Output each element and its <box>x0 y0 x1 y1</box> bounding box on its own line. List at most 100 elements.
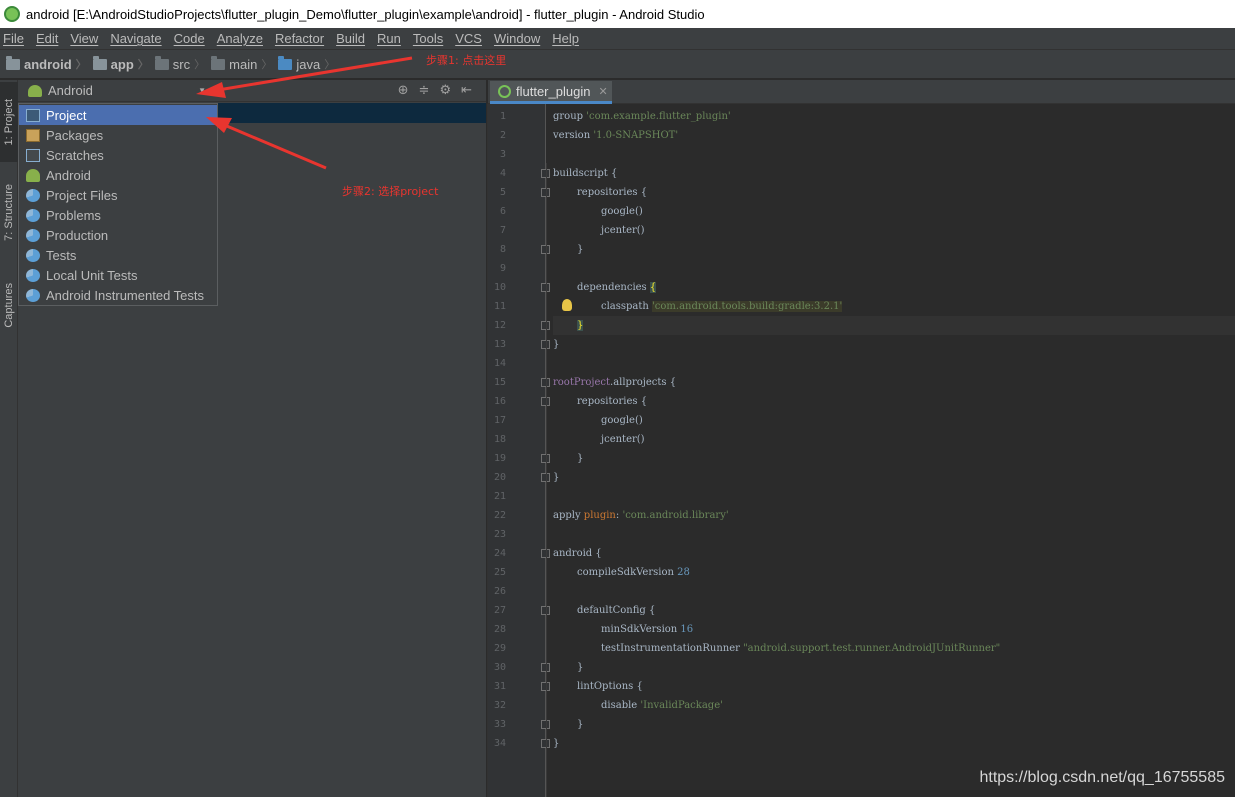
code-line[interactable]: group 'com.example.flutter_plugin' <box>553 107 1235 126</box>
view-option-packages[interactable]: Packages <box>19 125 217 145</box>
code-line[interactable]: dependencies { <box>553 278 1235 297</box>
module-folder-icon <box>92 55 107 70</box>
menu-help[interactable]: Help <box>552 31 579 46</box>
code-line[interactable]: google() <box>553 202 1235 221</box>
menu-tools[interactable]: Tools <box>413 31 443 46</box>
gear-icon[interactable]: ⚙ <box>439 83 451 98</box>
line-number: 25 <box>493 567 506 578</box>
collapse-all-icon[interactable]: ≑ <box>419 83 430 98</box>
code-line[interactable]: } <box>553 658 1235 677</box>
code-token: } <box>577 453 584 464</box>
menu-build[interactable]: Build <box>336 31 365 46</box>
code-line[interactable] <box>553 582 1235 601</box>
view-option-problems[interactable]: Problems <box>19 205 217 225</box>
view-option-scratches[interactable]: Scratches <box>19 145 217 165</box>
code-token: } <box>553 738 560 749</box>
code-line[interactable]: } <box>553 734 1235 753</box>
code-line[interactable] <box>553 145 1235 164</box>
code-line[interactable] <box>553 354 1235 373</box>
view-option-local-unit-tests[interactable]: Local Unit Tests <box>19 265 217 285</box>
menu-run[interactable]: Run <box>377 31 401 46</box>
code-line[interactable]: buildscript { <box>553 164 1235 183</box>
editor-tab-flutter-plugin[interactable]: flutter_plugin ✕ <box>490 81 612 104</box>
view-option-production[interactable]: Production <box>19 225 217 245</box>
view-option-android[interactable]: Android <box>19 165 217 185</box>
hide-panel-icon[interactable]: ⇤ <box>461 83 472 98</box>
line-number: 24 <box>493 548 506 559</box>
tool-tab-captures[interactable]: Captures <box>0 270 18 340</box>
tool-tab-project[interactable]: 1: Project <box>0 82 18 162</box>
view-option-label: Tests <box>46 247 77 263</box>
chevron-right-icon: 〉 <box>75 59 87 71</box>
code-line[interactable]: rootProject.allprojects { <box>553 373 1235 392</box>
breadcrumb-label: app <box>110 56 134 72</box>
code-line[interactable]: version '1.0-SNAPSHOT' <box>553 126 1235 145</box>
scroll-from-source-icon[interactable]: ⊕ <box>398 83 409 98</box>
scope-icon <box>26 208 40 222</box>
line-number: 7 <box>499 225 506 236</box>
code-token: } <box>577 719 584 730</box>
code-line[interactable]: } <box>553 449 1235 468</box>
code-line[interactable] <box>553 487 1235 506</box>
menu-file[interactable]: File <box>3 31 24 46</box>
tool-tab-structure[interactable]: 7: Structure <box>0 172 18 252</box>
code-line[interactable]: defaultConfig { <box>553 601 1235 620</box>
menu-code[interactable]: Code <box>174 31 205 46</box>
breadcrumb-item-android[interactable]: android 〉 <box>6 55 87 72</box>
line-number: 14 <box>493 358 506 369</box>
breadcrumb-item-src[interactable]: src 〉 <box>154 55 206 72</box>
project-view-selected: Android <box>48 83 93 98</box>
menu-edit[interactable]: Edit <box>36 31 58 46</box>
breadcrumb-item-app[interactable]: app 〉 <box>92 55 149 72</box>
code-line[interactable]: jcenter() <box>553 430 1235 449</box>
code-line[interactable]: minSdkVersion 16 <box>553 620 1235 639</box>
view-option-project-files[interactable]: Project Files <box>19 185 217 205</box>
code-line[interactable]: repositories { <box>553 392 1235 411</box>
code-line[interactable]: disable 'InvalidPackage' <box>553 696 1235 715</box>
breadcrumb-item-java[interactable]: java 〉 <box>278 55 335 72</box>
code-line[interactable]: android { <box>553 544 1235 563</box>
view-option-project[interactable]: Project <box>19 105 217 125</box>
view-option-android-instrumented-tests[interactable]: Android Instrumented Tests <box>19 285 217 305</box>
code-editor[interactable]: 1 2 3 4 5 6 7 8 9 10 11 12 13 14 15 16 17 18 19 20 21 22 23 24 2… <box>487 104 1235 797</box>
menu-refactor[interactable]: Refactor <box>275 31 324 46</box>
code-line[interactable]: } <box>553 335 1235 354</box>
line-number: 23 <box>493 529 506 540</box>
view-option-tests[interactable]: Tests <box>19 245 217 265</box>
folder-icon <box>154 55 169 70</box>
annotation-step2: 步骤2: 选择project <box>342 185 439 198</box>
code-token: repositories { <box>577 187 648 198</box>
gradle-file-icon <box>498 84 511 98</box>
code-line[interactable] <box>553 259 1235 278</box>
view-option-label: Packages <box>46 127 104 143</box>
code-line[interactable]: google() <box>553 411 1235 430</box>
project-view-selector[interactable]: Android ▼ <box>28 83 206 98</box>
lightbulb-icon[interactable] <box>562 299 572 311</box>
window-title: android [E:\AndroidStudioProjects\flutte… <box>26 6 705 22</box>
menu-view[interactable]: View <box>70 31 98 46</box>
chevron-right-icon: 〉 <box>194 59 206 71</box>
menu-navigate[interactable]: Navigate <box>110 31 161 46</box>
code-line[interactable]: testInstrumentationRunner "android.suppo… <box>553 639 1235 658</box>
close-icon[interactable]: ✕ <box>598 85 607 98</box>
code-line[interactable]: } <box>553 715 1235 734</box>
code-token: version <box>553 130 594 141</box>
code-line[interactable]: jcenter() <box>553 221 1235 240</box>
line-number: 30 <box>493 662 506 673</box>
code-line[interactable]: lintOptions { <box>553 677 1235 696</box>
line-number: 27 <box>493 605 506 616</box>
code-line[interactable]: } <box>553 240 1235 259</box>
menu-window[interactable]: Window <box>494 31 540 46</box>
code-line[interactable]: } <box>553 316 1235 335</box>
code-line[interactable]: compileSdkVersion 28 <box>553 563 1235 582</box>
line-number: 2 <box>499 130 506 141</box>
breadcrumb-item-main[interactable]: main 〉 <box>211 55 272 72</box>
code-line[interactable] <box>553 525 1235 544</box>
code-line[interactable]: } <box>553 468 1235 487</box>
code-line[interactable]: repositories { <box>553 183 1235 202</box>
code-line[interactable]: classpath 'com.android.tools.build:gradl… <box>553 297 1235 316</box>
menu-analyze[interactable]: Analyze <box>217 31 263 46</box>
scope-icon <box>26 228 40 242</box>
menu-vcs[interactable]: VCS <box>455 31 482 46</box>
code-line[interactable]: apply plugin: 'com.android.library' <box>553 506 1235 525</box>
